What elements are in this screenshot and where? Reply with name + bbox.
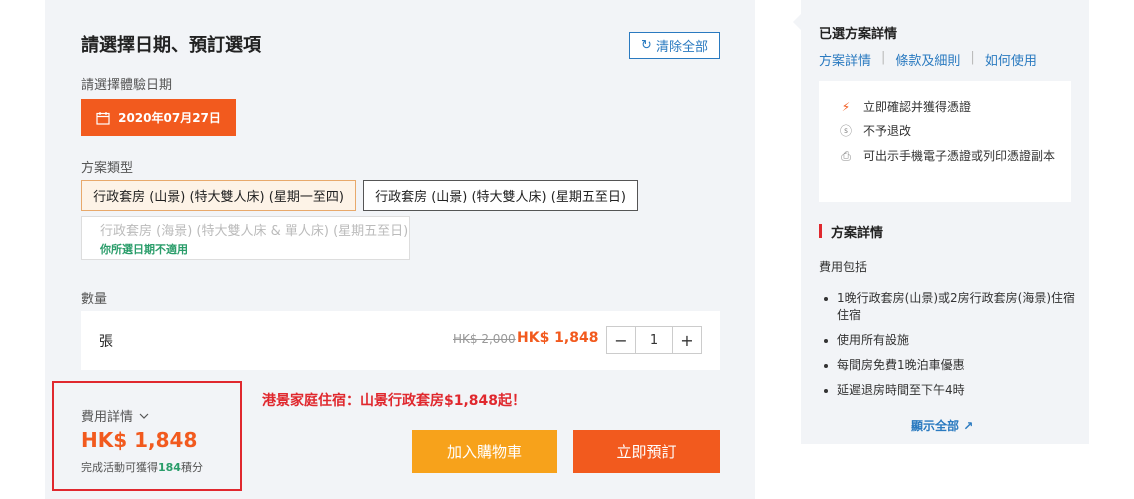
link-plan-details[interactable]: 方案詳情 [819,50,871,69]
promo-text: 港景家庭住宿：山景行政套房$1,848起！ [262,393,527,409]
package-option-mountain-weekday[interactable]: 行政套房 (山景) (特大雙人床) (星期一至四) [81,180,356,211]
quantity-label: 數量 [81,292,108,307]
refresh-icon: ↻ [641,38,652,53]
points-value: 184 [158,461,181,474]
date-label: 請選擇體驗日期 [81,78,173,93]
date-picker-button[interactable]: 2020年07月27日 [81,99,236,136]
points-info: 完成活動可獲得184積分 [81,459,203,475]
list-item: 使用所有設施 [819,332,1081,349]
date-value: 2020年07月27日 [118,111,221,125]
clear-all-button[interactable]: ↻ 清除全部 [629,32,720,59]
list-item: 1晚行政套房(山景)或2房行政套房(海景)住宿住宿 [819,290,1081,324]
minus-button[interactable]: − [607,327,635,353]
link-separator: | [881,50,886,65]
plan-features-card: ⚡ 立即確認并獲得憑證 ⓢ 不予退改 ⎙ 可出示手機電子憑證或列印憑證副本 [819,81,1071,202]
points-prefix: 完成活動可獲得 [81,461,158,474]
total-price: HK$ 1,848 [81,428,198,452]
feature-no-refund: ⓢ 不予退改 [839,123,1064,140]
fee-details-toggle[interactable]: 費用詳情 [81,406,149,425]
quantity-unit: 張 [99,334,113,350]
fee-includes-label: 費用包括 [819,260,868,274]
feature-text: 可出示手機電子憑證或列印憑證副本 [863,149,1056,163]
link-how-to-use[interactable]: 如何使用 [985,50,1037,69]
feature-instant-confirm: ⚡ 立即確認并獲得憑證 [839,99,1064,116]
list-item: 延遲退房時間至下午4時 [819,382,1081,399]
package-option-label: 行政套房 (海景) (特大雙人床 & 單人床) (星期五至日) [100,223,409,239]
link-terms[interactable]: 條款及細則 [895,50,960,69]
expand-arrow-icon: ↗ [963,419,974,433]
printer-icon: ⎙ [841,149,851,163]
page-title: 請選擇日期、預訂選項 [81,35,261,56]
add-to-cart-button[interactable]: 加入購物車 [412,430,557,473]
plus-button[interactable]: + [673,327,701,353]
book-now-button[interactable]: 立即預訂 [573,430,720,473]
includes-list: 1晚行政套房(山景)或2房行政套房(海景)住宿住宿 使用所有設施 每間房免費1晚… [819,290,1081,407]
dollar-icon: ⓢ [839,124,852,138]
calendar-icon [96,111,110,125]
fee-details-label: 費用詳情 [81,410,134,425]
show-all-label: 顯示全部 [911,419,960,433]
package-option-label: 行政套房 (山景) (特大雙人床) (星期一至四) [93,190,344,205]
quantity-stepper: − 1 + [606,326,702,354]
package-type-label: 方案類型 [81,161,134,176]
list-item: 每間房免費1晚泊車優惠 [819,357,1081,374]
chevron-down-icon [139,413,149,419]
points-suffix: 積分 [180,461,203,474]
quantity-row: 張 HK$ 2,000 HK$ 1,848 − 1 + [81,311,720,370]
fee-summary-box: 費用詳情 HK$ 1,848 完成活動可獲得184積分 [52,381,242,491]
link-separator: | [970,50,975,65]
plan-links: 方案詳情 | 條款及細則 | 如何使用 [819,50,1037,69]
feature-text: 不予退改 [863,124,912,138]
feature-voucher: ⎙ 可出示手機電子憑證或列印憑證副本 [839,148,1064,165]
feature-text: 立即確認并獲得憑證 [863,100,972,114]
selected-plan-title: 已選方案詳情 [819,27,898,42]
selected-plan-panel: 已選方案詳情 方案詳情 | 條款及細則 | 如何使用 ⚡ 立即確認并獲得憑證 ⓢ… [793,0,1089,444]
panel-notch [793,14,801,30]
lightning-icon: ⚡ [841,100,851,114]
package-option-sea-weekend: 行政套房 (海景) (特大雙人床 & 單人床) (星期五至日) 你所選日期不適用 [81,216,410,260]
package-option-label: 行政套房 (山景) (特大雙人床) (星期五至日) [375,190,626,205]
clear-all-label: 清除全部 [655,40,708,55]
unavailable-note: 你所選日期不適用 [100,242,188,256]
plan-details-heading: 方案詳情 [819,222,883,241]
package-option-mountain-weekend[interactable]: 行政套房 (山景) (特大雙人床) (星期五至日) [363,180,638,211]
quantity-input[interactable]: 1 [635,327,673,353]
current-price: HK$ 1,848 [517,330,599,346]
show-all-link[interactable]: 顯示全部 ↗ [911,417,973,434]
original-price: HK$ 2,000 [453,332,516,346]
